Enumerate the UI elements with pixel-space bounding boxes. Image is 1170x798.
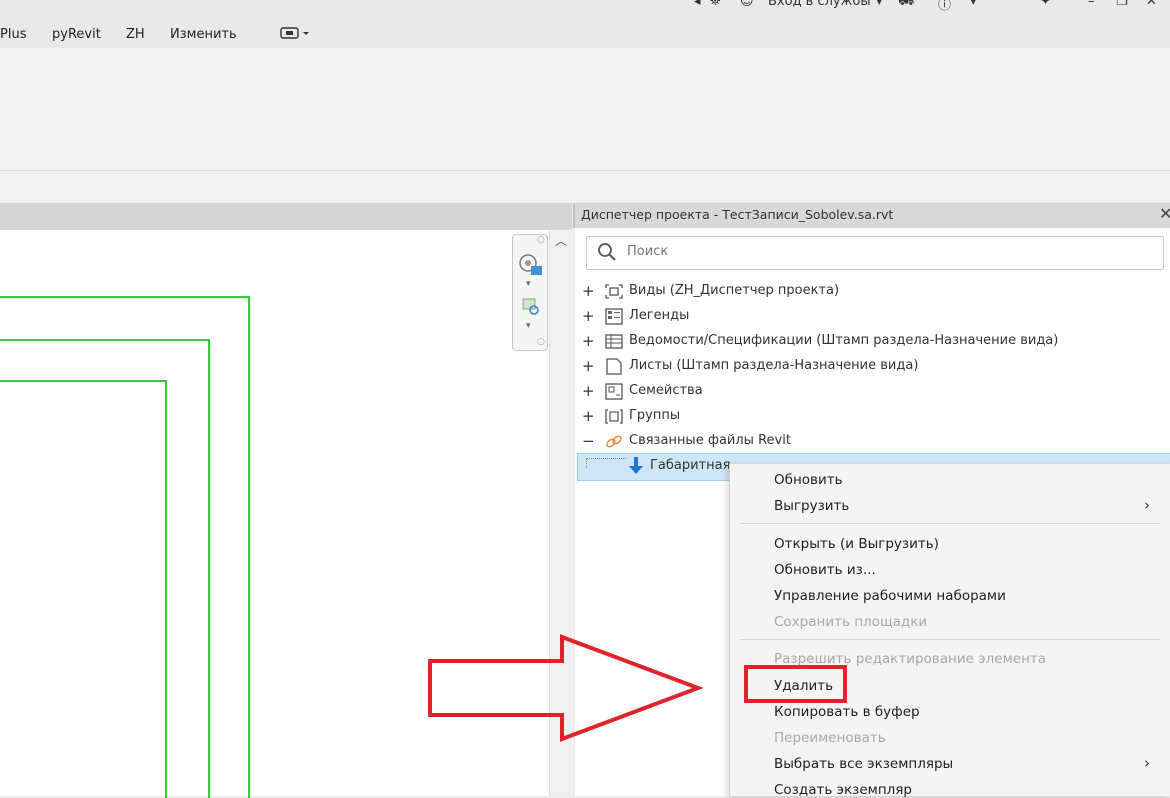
menu-separator	[740, 523, 1160, 524]
menu-separator	[740, 639, 1160, 640]
annotation-highlight-box	[744, 665, 847, 703]
menu-item-unload[interactable]: Выгрузить	[774, 498, 849, 514]
help-icon[interactable]: ⓘ	[938, 0, 951, 13]
login-dropdown-icon[interactable]: ▾	[876, 0, 883, 9]
restore-icon[interactable]: ❐	[1116, 0, 1128, 9]
user-icon[interactable]: ☺	[740, 0, 754, 9]
ribbon-panel	[0, 48, 1170, 171]
submenu-chevron-icon: ›	[1144, 754, 1150, 772]
project-browser-title-text: Диспетчер проекта - ТестЗаписи_Sobolev.s…	[581, 207, 894, 222]
navbar-options-icon[interactable]: ○	[537, 337, 545, 347]
close-icon[interactable]: ✕	[1159, 204, 1170, 223]
scroll-up-icon[interactable]: ︿	[555, 232, 567, 249]
families-icon	[604, 383, 624, 400]
arrow-down-icon	[628, 456, 644, 480]
menu-item-manage-worksets[interactable]: Управление рабочими наборами	[774, 588, 1006, 604]
tab-pyrevit[interactable]: pyRevit	[52, 27, 101, 42]
status-icon[interactable]: ✦	[1040, 0, 1051, 9]
project-browser-title: Диспетчер проекта - ТестЗаписи_Sobolev.s…	[573, 204, 1170, 228]
options-bar	[0, 171, 1170, 204]
login-button[interactable]: Вход в службы	[768, 0, 871, 9]
arrow-left-icon[interactable]: ◂	[694, 0, 701, 9]
minimize-icon[interactable]: –	[1088, 0, 1095, 9]
zoom-dropdown-icon[interactable]: ▾	[526, 321, 531, 331]
tree-item-label: Листы (Штамп раздела-Назначение вида)	[629, 358, 919, 373]
annotation-arrow-icon	[428, 634, 704, 742]
close-window-icon[interactable]: ✕	[1146, 0, 1157, 9]
wheel-dropdown-icon[interactable]: ▾	[526, 279, 531, 289]
sheets-icon	[604, 358, 624, 375]
search-icon	[597, 242, 617, 266]
legends-icon	[604, 308, 624, 325]
linked-file-label: Габаритная	[650, 458, 731, 473]
tab-zh[interactable]: ZH	[126, 27, 145, 42]
tree-item-groups[interactable]: + Группы	[580, 405, 1170, 429]
tree-item-label: Связанные файлы Revit	[629, 433, 791, 448]
groups-icon	[604, 408, 624, 425]
menu-item-save-positions[interactable]: Сохранить площадки	[774, 614, 927, 630]
search-input[interactable]	[625, 243, 1129, 260]
zoom-region-icon[interactable]	[521, 297, 541, 321]
tree-connector	[586, 458, 626, 459]
view-tab-strip	[0, 204, 572, 230]
expand-icon[interactable]: +	[582, 382, 595, 400]
menu-item-select-all-instances[interactable]: Выбрать все экземпляры	[774, 756, 953, 772]
expand-icon[interactable]: +	[582, 407, 595, 425]
search-field[interactable]	[586, 236, 1164, 270]
menu-item-open-and-unload[interactable]: Открыть (и Выгрузить)	[774, 536, 939, 552]
navigation-bar[interactable]: ○ ▾ ▾ ○	[512, 234, 548, 351]
tree-item-legends[interactable]: + Легенды	[580, 305, 1170, 329]
tree-item-schedules[interactable]: + Ведомости/Спецификации (Штамп раздела-…	[580, 330, 1170, 354]
tree-connector	[586, 458, 587, 468]
cart-icon[interactable]: ⛟	[898, 0, 914, 11]
collapse-icon[interactable]: −	[582, 432, 595, 450]
menu-item-copy-to-clipboard[interactable]: Копировать в буфер	[774, 704, 920, 720]
tree-item-sheets[interactable]: + Листы (Штамп раздела-Назначение вида)	[580, 355, 1170, 379]
tree-item-label: Семейства	[629, 383, 703, 398]
help-dropdown-icon[interactable]: ▾	[970, 0, 977, 9]
expand-icon[interactable]: +	[582, 357, 595, 375]
navbar-close-icon[interactable]: ○	[537, 235, 545, 245]
tree-item-revit-links[interactable]: − Связанные файлы Revit	[580, 430, 1170, 454]
link-icon	[604, 433, 624, 450]
ribbon-display-icon[interactable]	[280, 25, 310, 45]
tree-item-label: Группы	[629, 408, 681, 423]
ribbon-tabs: Plus pyRevit ZH Изменить	[0, 22, 1170, 48]
views-icon	[604, 283, 624, 300]
tree-item-label: Легенды	[629, 308, 690, 323]
tab-modify[interactable]: Изменить	[170, 27, 237, 42]
tree-item-families[interactable]: + Семейства	[580, 380, 1170, 404]
menu-item-rename[interactable]: Переименовать	[774, 730, 886, 746]
tree-item-label: Виды (ZH_Диспетчер проекта)	[629, 283, 840, 298]
title-bar: ◂ ⛯ ☺ Вход в службы ▾ ⛟ ⓘ ▾ ✦ – ❐ ✕	[0, 0, 1170, 22]
menu-item-reload[interactable]: Обновить	[774, 472, 843, 488]
binoculars-icon[interactable]: ⛯	[710, 0, 720, 9]
menu-item-reload-from[interactable]: Обновить из...	[774, 562, 876, 578]
submenu-chevron-icon: ›	[1144, 496, 1150, 514]
link-boundary-line	[0, 380, 167, 798]
steering-wheel-2d-icon[interactable]	[517, 253, 543, 281]
schedules-icon	[604, 333, 624, 350]
tab-plus[interactable]: Plus	[0, 27, 26, 42]
tree-item-views[interactable]: + Виды (ZH_Диспетчер проекта)	[580, 280, 1170, 304]
tree-item-label: Ведомости/Спецификации (Штамп раздела-На…	[629, 333, 1059, 348]
expand-icon[interactable]: +	[582, 282, 595, 300]
expand-icon[interactable]: +	[582, 332, 595, 350]
expand-icon[interactable]: +	[582, 307, 595, 325]
context-menu: Обновить Выгрузить › Открыть (и Выгрузит…	[729, 464, 1170, 798]
